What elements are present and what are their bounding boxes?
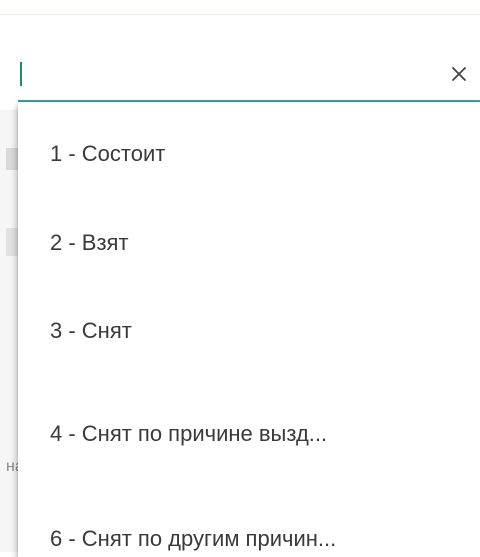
- dropdown-option-6[interactable]: 6 - Снят по другим причин...: [18, 495, 480, 557]
- dropdown-option-1[interactable]: 1 - Состоит: [18, 110, 480, 198]
- background-label-fragment: на: [6, 458, 18, 475]
- status-select-field[interactable]: [18, 56, 480, 102]
- clear-button[interactable]: [444, 56, 474, 92]
- page: на 1 - Состоит 2 - Взят 3 - Снят 4 - Сня…: [0, 0, 480, 557]
- dropdown-option-4[interactable]: 4 - Снят по причине вызд...: [18, 390, 480, 478]
- background-field-edge: [6, 228, 18, 256]
- close-icon: [452, 67, 466, 81]
- search-input[interactable]: [24, 60, 438, 92]
- top-divider: [0, 14, 480, 15]
- background-panel-edge: [0, 110, 18, 552]
- background-field-edge: [6, 148, 18, 170]
- status-dropdown-list: 1 - Состоит 2 - Взят 3 - Снят 4 - Снят п…: [18, 103, 480, 557]
- text-cursor: [20, 62, 22, 86]
- dropdown-option-2[interactable]: 2 - Взят: [18, 199, 480, 287]
- dropdown-option-3[interactable]: 3 - Снят: [18, 287, 480, 375]
